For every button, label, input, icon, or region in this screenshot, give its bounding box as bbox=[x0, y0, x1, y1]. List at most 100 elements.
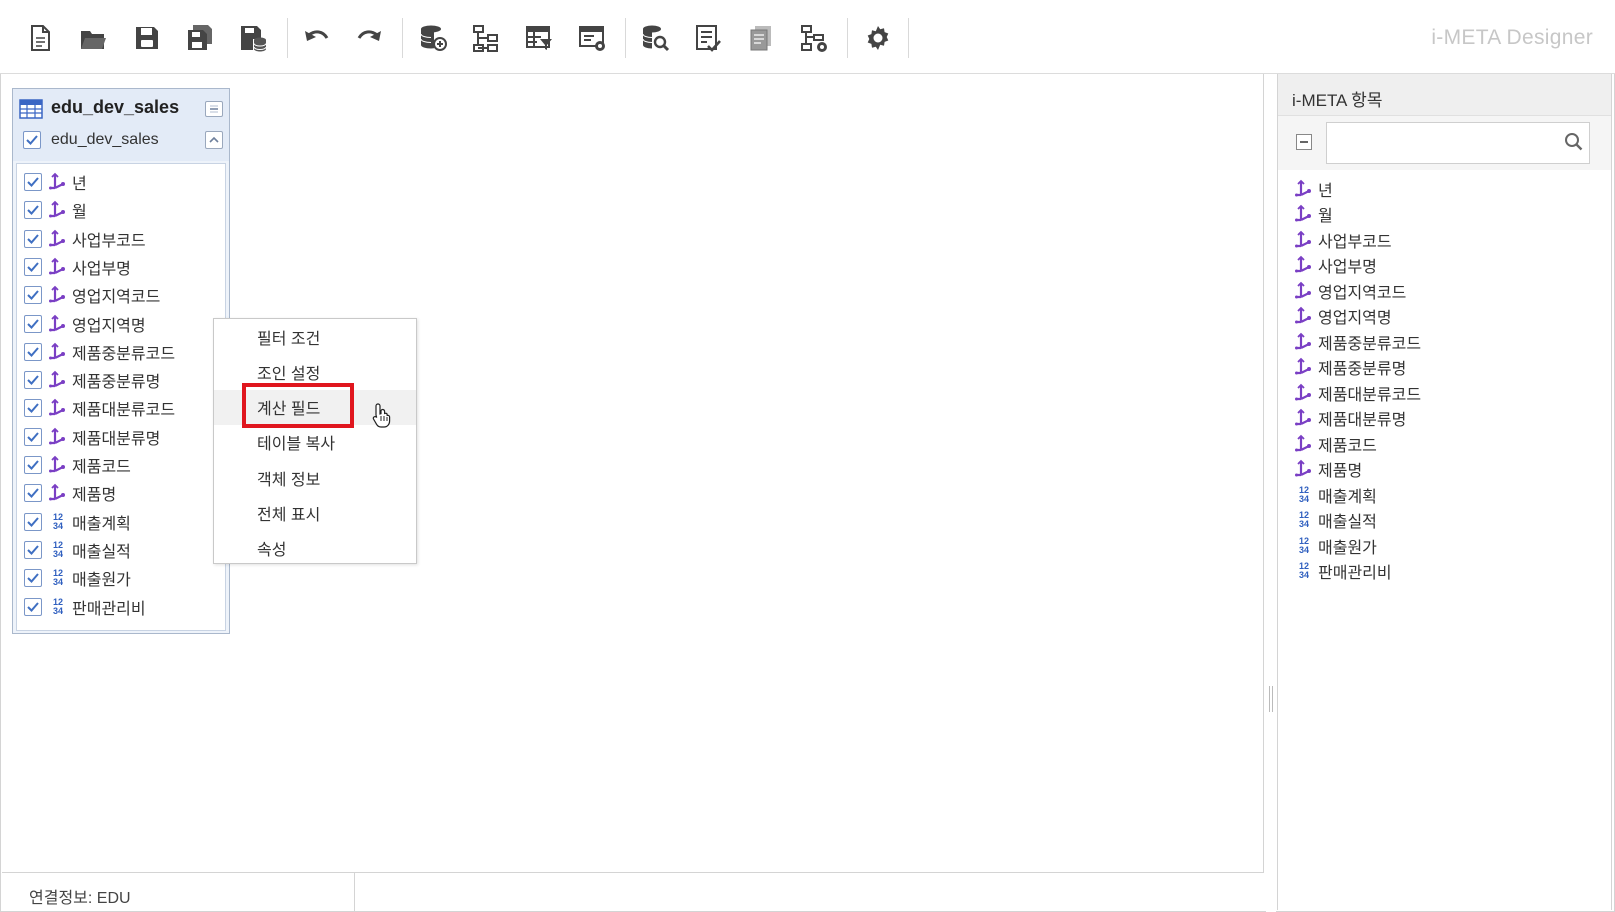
field-checkbox[interactable] bbox=[24, 314, 42, 333]
meta-list-item[interactable]: 제품코드 bbox=[1294, 431, 1377, 456]
field-checkbox[interactable] bbox=[24, 427, 42, 446]
field-checkbox[interactable] bbox=[24, 484, 42, 503]
tree-gear-icon[interactable] bbox=[794, 18, 834, 58]
field-checkbox[interactable] bbox=[24, 512, 42, 531]
context-menu-item[interactable]: 객체 정보 bbox=[214, 460, 416, 495]
meta-list-item[interactable]: 제품대분류코드 bbox=[1294, 380, 1421, 405]
save-icon[interactable] bbox=[127, 18, 167, 58]
meta-item-label: 제품대분류명 bbox=[1318, 412, 1407, 429]
table-field-row[interactable]: 사업부코드 bbox=[17, 227, 225, 251]
table-collapse-button[interactable] bbox=[205, 131, 223, 149]
database-search-icon[interactable] bbox=[635, 18, 675, 58]
table-field-row[interactable]: 12 34 판매관리비 bbox=[17, 595, 225, 619]
table-field-row[interactable]: 월 bbox=[17, 198, 225, 222]
meta-list-item[interactable]: 영업지역명 bbox=[1294, 304, 1392, 329]
context-menu-item[interactable]: 전체 표시 bbox=[214, 496, 416, 531]
field-checkbox[interactable] bbox=[24, 540, 42, 559]
context-menu-item[interactable]: 속성 bbox=[214, 531, 416, 566]
table-filter-icon[interactable] bbox=[519, 18, 559, 58]
field-checkbox[interactable] bbox=[24, 342, 42, 361]
table-widget[interactable]: edu_dev_sales edu_dev_sales 년 월사업부코드사업부명영… bbox=[12, 88, 230, 634]
table-field-row[interactable]: 제품중분류명 bbox=[17, 368, 225, 392]
panel-splitter[interactable] bbox=[1266, 74, 1276, 912]
field-checkbox[interactable] bbox=[24, 173, 42, 191]
table-field-row[interactable]: 12 34 매출원가 bbox=[17, 566, 225, 590]
meta-list-item[interactable]: 제품중분류코드 bbox=[1294, 329, 1421, 354]
table-field-row[interactable]: 제품대분류명 bbox=[17, 425, 225, 449]
field-checkbox[interactable] bbox=[24, 597, 42, 616]
table-field-row[interactable]: 영업지역코드 bbox=[17, 283, 225, 307]
field-label: 매출계획 bbox=[72, 515, 131, 533]
meta-list-item[interactable]: 영업지역코드 bbox=[1294, 278, 1406, 303]
meta-item-label: 제품명 bbox=[1318, 463, 1363, 480]
dimension-icon bbox=[48, 342, 68, 362]
panel-title: i-META 항목 bbox=[1292, 91, 1383, 110]
meta-item-label: 매출실적 bbox=[1318, 514, 1377, 531]
document-stack-icon[interactable] bbox=[741, 18, 781, 58]
meta-list-item[interactable]: 사업부명 bbox=[1294, 253, 1377, 278]
context-menu-item[interactable]: 필터 조건 bbox=[214, 319, 416, 354]
checklist-icon[interactable] bbox=[688, 18, 728, 58]
meta-list-item[interactable]: 제품중분류명 bbox=[1294, 355, 1406, 380]
table-field-row[interactable]: 년 bbox=[17, 170, 225, 194]
search-icon[interactable] bbox=[1564, 132, 1584, 157]
table-field-row[interactable]: 제품명 bbox=[17, 481, 225, 505]
meta-list-item[interactable]: 12 34 매출원가 bbox=[1294, 533, 1377, 558]
dimension-icon bbox=[1294, 434, 1314, 454]
meta-list-item[interactable]: 제품명 bbox=[1294, 457, 1362, 482]
number-icon: 12 34 bbox=[1298, 484, 1309, 504]
dimension-icon bbox=[1294, 281, 1314, 301]
meta-list-item[interactable]: 12 34 매출실적 bbox=[1294, 508, 1377, 533]
field-checkbox[interactable] bbox=[24, 371, 42, 390]
hand-cursor-icon bbox=[372, 402, 392, 433]
meta-item-label: 판매관리비 bbox=[1318, 565, 1392, 582]
database-link-icon[interactable] bbox=[413, 18, 453, 58]
save-as-icon[interactable] bbox=[180, 18, 220, 58]
table-title: edu_dev_sales bbox=[51, 97, 180, 117]
number-icon: 12 34 bbox=[52, 568, 63, 588]
search-input[interactable] bbox=[1326, 122, 1590, 164]
table-select-all-checkbox[interactable] bbox=[23, 131, 41, 149]
table-field-row[interactable]: 제품중분류코드 bbox=[17, 340, 225, 364]
dimension-icon bbox=[1294, 306, 1314, 326]
meta-list-item[interactable]: 사업부코드 bbox=[1294, 227, 1392, 252]
meta-list-item[interactable]: 12 34 판매관리비 bbox=[1294, 559, 1392, 584]
meta-list-item[interactable]: 제품대분류명 bbox=[1294, 406, 1406, 431]
meta-list-item[interactable]: 12 34 매출계획 bbox=[1294, 482, 1377, 507]
save-database-icon[interactable] bbox=[233, 18, 273, 58]
table-field-row[interactable]: 영업지역명 bbox=[17, 312, 225, 336]
undo-icon[interactable] bbox=[296, 18, 336, 58]
field-checkbox[interactable] bbox=[24, 456, 42, 474]
field-checkbox[interactable] bbox=[24, 569, 42, 588]
dimension-icon bbox=[48, 200, 68, 220]
field-checkbox[interactable] bbox=[24, 201, 42, 220]
app-title: i-META Designer bbox=[1431, 26, 1593, 49]
table-field-row[interactable]: 12 34 매출실적 bbox=[17, 538, 225, 562]
table-header[interactable]: edu_dev_sales edu_dev_sales bbox=[13, 89, 229, 161]
dimension-icon bbox=[48, 398, 68, 418]
field-checkbox[interactable] bbox=[24, 257, 42, 276]
meta-list-item[interactable]: 월 bbox=[1294, 202, 1333, 227]
gear-icon[interactable] bbox=[858, 18, 898, 58]
collapse-all-button[interactable] bbox=[1296, 134, 1312, 150]
field-label: 년 bbox=[72, 176, 87, 193]
table-icon bbox=[19, 99, 43, 124]
table-field-row[interactable]: 제품코드 bbox=[17, 453, 225, 477]
meta-item-label: 매출계획 bbox=[1318, 488, 1377, 506]
dimension-icon bbox=[1294, 255, 1314, 275]
table-field-row[interactable]: 사업부명 bbox=[17, 255, 225, 279]
splitter-grip[interactable] bbox=[1269, 686, 1273, 712]
field-checkbox[interactable] bbox=[24, 286, 42, 305]
window-gear-icon[interactable] bbox=[572, 18, 612, 58]
new-document-icon[interactable] bbox=[20, 18, 60, 58]
table-field-row[interactable]: 제품대분류코드 bbox=[17, 396, 225, 420]
table-field-row[interactable]: 12 34 매출계획 bbox=[17, 510, 225, 534]
field-checkbox[interactable] bbox=[24, 399, 42, 418]
hierarchy-icon[interactable] bbox=[466, 18, 506, 58]
field-checkbox[interactable] bbox=[24, 229, 42, 248]
meta-item-label: 제품중분류코드 bbox=[1318, 335, 1422, 353]
folder-open-icon[interactable] bbox=[73, 18, 113, 58]
redo-icon[interactable] bbox=[350, 18, 390, 58]
table-minimize-button[interactable] bbox=[205, 101, 223, 117]
meta-list-item[interactable]: 년 bbox=[1294, 176, 1333, 201]
